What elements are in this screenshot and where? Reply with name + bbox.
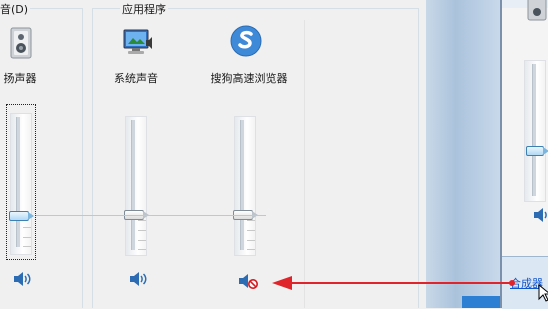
- device-group-right-border: [82, 8, 83, 308]
- sogou-browser-icon[interactable]: [229, 24, 263, 58]
- muted-speaker-icon: [239, 274, 258, 289]
- taskbar-edge: [462, 296, 500, 308]
- sogou-slider-track: [240, 120, 244, 250]
- system-sounds-slider-ticks: [138, 220, 148, 250]
- system-sounds-mute-button[interactable]: [128, 270, 150, 288]
- speaker-device-icon[interactable]: [6, 26, 34, 60]
- sogou-slider-ticks: [247, 220, 257, 250]
- speaker-icon: [130, 272, 147, 286]
- device-slider-ticks: [23, 217, 33, 247]
- apps-group-left-border: [92, 8, 93, 308]
- volume-mixer-panel: 音(D) 应用程序 扬声器 系统声音 搜狗高速浏览器: [0, 0, 426, 308]
- speaker-icon: [534, 208, 547, 222]
- system-sounds-label: 系统声音: [114, 72, 158, 85]
- device-slider-track: [16, 117, 20, 247]
- device-slider-focus[interactable]: [6, 104, 36, 260]
- sogou-mute-button[interactable]: [237, 272, 259, 290]
- speaker-icon: [14, 272, 31, 286]
- level-guide-line: [36, 215, 266, 216]
- column-divider: [304, 20, 305, 308]
- system-sounds-slider-track: [131, 120, 135, 250]
- secondary-slider-track: [532, 64, 536, 196]
- secondary-mute-button[interactable]: [532, 206, 548, 224]
- device-name-label: 扬声器: [3, 72, 37, 85]
- device-group-title: 音(D): [0, 1, 31, 17]
- secondary-mixer-window: 合成器: [500, 0, 548, 309]
- sogou-browser-label: 搜狗高速浏览器: [210, 72, 288, 85]
- device-mute-button[interactable]: [12, 270, 34, 288]
- apps-group-right-border: [418, 8, 419, 308]
- window-frame-glass: [426, 0, 500, 308]
- apps-group-title: 应用程序: [120, 1, 168, 17]
- secondary-volume-thumb[interactable]: [526, 146, 548, 156]
- mouse-cursor-icon: [538, 283, 548, 302]
- secondary-device-icon: [524, 0, 548, 24]
- device-volume-thumb[interactable]: [9, 211, 34, 221]
- system-sounds-icon[interactable]: [120, 26, 154, 58]
